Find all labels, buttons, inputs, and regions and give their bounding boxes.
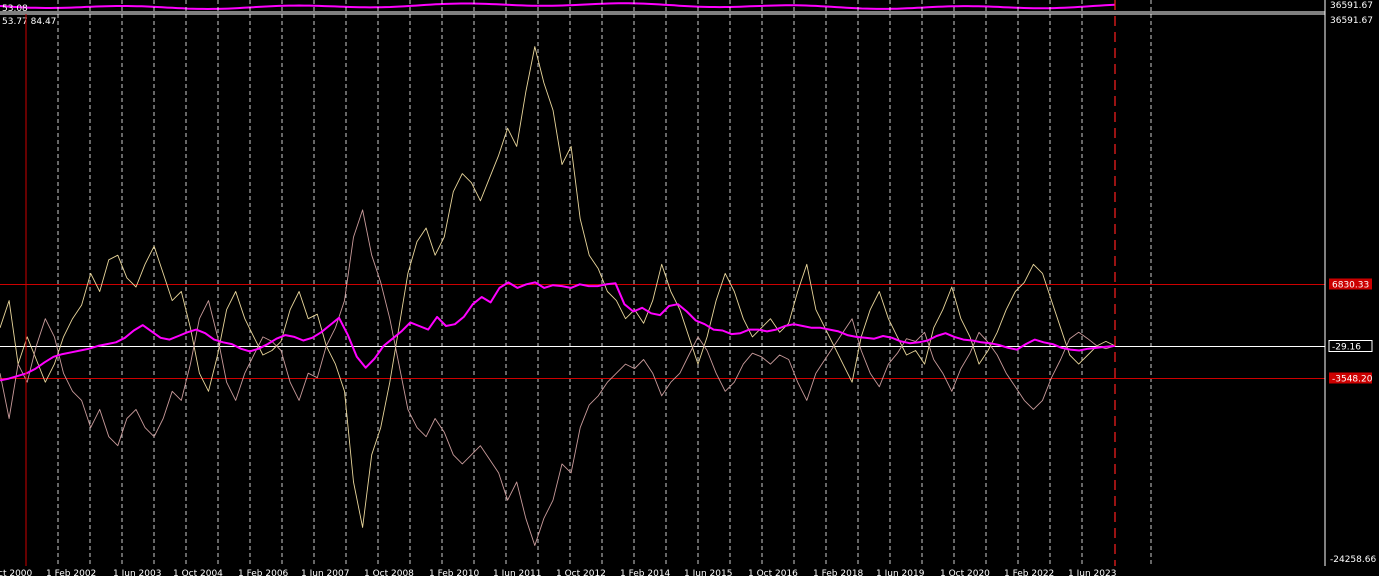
x-tick-label: 1 Jun 2023 <box>1068 569 1116 576</box>
x-tick-label: 1 Feb 2022 <box>1004 569 1054 576</box>
x-tick-label: 1 Jun 2007 <box>301 569 349 576</box>
x-tick-label: ct 2000 <box>0 569 33 576</box>
top-label-left-2: 53.77 84.47 <box>2 17 56 27</box>
x-tick-label: 1 Oct 2008 <box>364 569 414 576</box>
x-tick-label: 1 Feb 2006 <box>238 569 289 576</box>
level-price-label: -3548.20 <box>1332 375 1373 385</box>
top-label-left-1: 53.08 <box>2 4 28 14</box>
x-tick-label: 1 Feb 2010 <box>429 569 480 576</box>
x-tick-label: 1 Oct 2012 <box>556 569 606 576</box>
level-price-label: 6830.33 <box>1332 281 1369 291</box>
x-tick-label: 1 Feb 2014 <box>620 569 671 576</box>
x-tick-label: 1 Jun 2015 <box>684 569 732 576</box>
chart-background <box>0 0 1379 576</box>
price-axis-min-label: -24258.66 <box>1330 555 1376 565</box>
level-price-label: -29.16 <box>1332 343 1361 353</box>
x-tick-label: 1 Jun 2011 <box>493 569 541 576</box>
chart-canvas: 53.08 53.77 84.47 36591.67 36591.67 -242… <box>0 0 1379 576</box>
x-tick-label: 1 Oct 2020 <box>940 569 990 576</box>
price-axis-top-label: 36591.67 <box>1330 1 1373 11</box>
x-tick-label: 1 Jun 2003 <box>113 569 161 576</box>
x-tick-label: 1 Feb 2018 <box>813 569 864 576</box>
x-tick-label: 1 Jun 2019 <box>876 569 925 576</box>
x-tick-label: 1 Oct 2004 <box>173 569 223 576</box>
price-axis-max-label: 36591.67 <box>1330 16 1373 26</box>
x-tick-label: 1 Oct 2016 <box>748 569 798 576</box>
x-tick-label: 1 Feb 2002 <box>46 569 96 576</box>
